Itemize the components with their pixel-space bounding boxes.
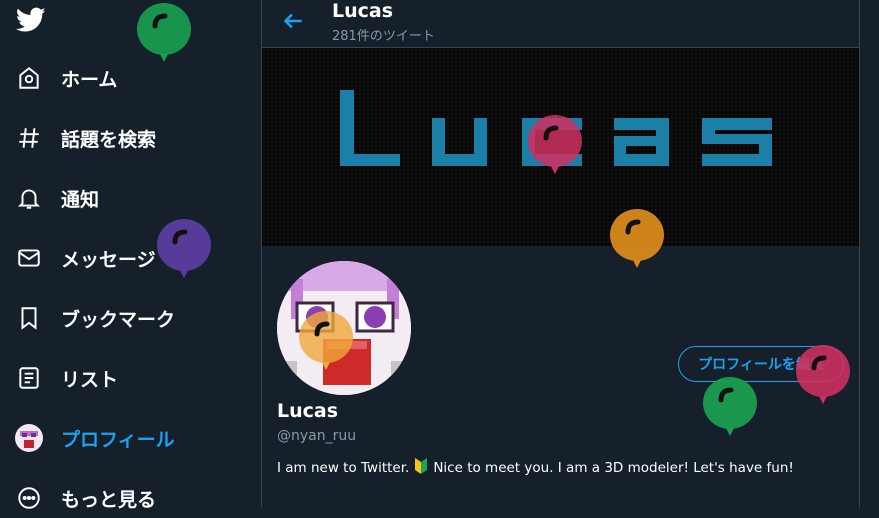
balloon-icon — [137, 3, 191, 62]
balloon-icon — [703, 377, 757, 436]
list-icon — [14, 363, 44, 393]
bio-text: Nice to meet you. I am a 3D modeler! Let… — [433, 460, 794, 476]
beginner-mark-icon — [415, 458, 428, 478]
balloon-icon — [528, 115, 582, 174]
sidebar-item-label: もっと見る — [61, 488, 157, 511]
balloon-icon — [299, 311, 353, 370]
home-icon — [14, 63, 44, 93]
balloon-icon — [157, 219, 211, 278]
profile-header: Lucas 281件のツイート — [262, 0, 859, 48]
sidebar-item-label: プロフィール — [61, 428, 175, 451]
sidebar-item-notifications[interactable]: 通知 — [14, 178, 99, 218]
balloon-icon — [610, 209, 664, 268]
sidebar-item-more[interactable]: もっと見る — [14, 478, 156, 518]
bookmark-icon — [14, 303, 44, 333]
profile-name: Lucas — [277, 400, 339, 422]
more-icon — [14, 483, 44, 513]
tweet-count: 281件のツイート — [332, 29, 435, 44]
sidebar-item-label: ブックマーク — [61, 308, 176, 331]
sidebar-item-bookmarks[interactable]: ブックマーク — [14, 298, 175, 338]
sidebar-item-messages[interactable]: メッセージ — [14, 238, 156, 278]
bell-icon — [14, 183, 44, 213]
sidebar-item-lists[interactable]: リスト — [14, 358, 118, 398]
sidebar-item-label: ホーム — [61, 68, 118, 91]
sidebar-item-label: リスト — [61, 368, 119, 391]
sidebar-item-label: 通知 — [61, 188, 100, 211]
column-divider — [859, 0, 860, 508]
sidebar-item-home[interactable]: ホーム — [14, 58, 117, 98]
back-arrow-icon[interactable] — [280, 8, 306, 34]
twitter-logo-icon[interactable] — [15, 7, 46, 35]
sidebar-item-label: 話題を検索 — [61, 128, 157, 151]
sidebar-item-explore[interactable]: 話題を検索 — [14, 118, 156, 158]
sidebar-item-label: メッセージ — [61, 248, 156, 271]
hashtag-icon — [14, 123, 44, 153]
avatar-icon — [14, 423, 44, 453]
bio-text: I am new to Twitter. — [277, 460, 410, 476]
mail-icon — [14, 243, 44, 273]
sidebar-nav: ホーム 話題を検索 通知 メッセージ ブックマーク リスト プロフィール もっと… — [0, 0, 262, 511]
profile-handle: @nyan_ruu — [277, 428, 357, 444]
profile-bio: I am new to Twitter. Nice to meet you. I… — [277, 458, 794, 478]
sidebar-item-profile[interactable]: プロフィール — [14, 418, 175, 458]
header-title: Lucas — [332, 0, 394, 22]
balloon-icon — [796, 345, 850, 404]
